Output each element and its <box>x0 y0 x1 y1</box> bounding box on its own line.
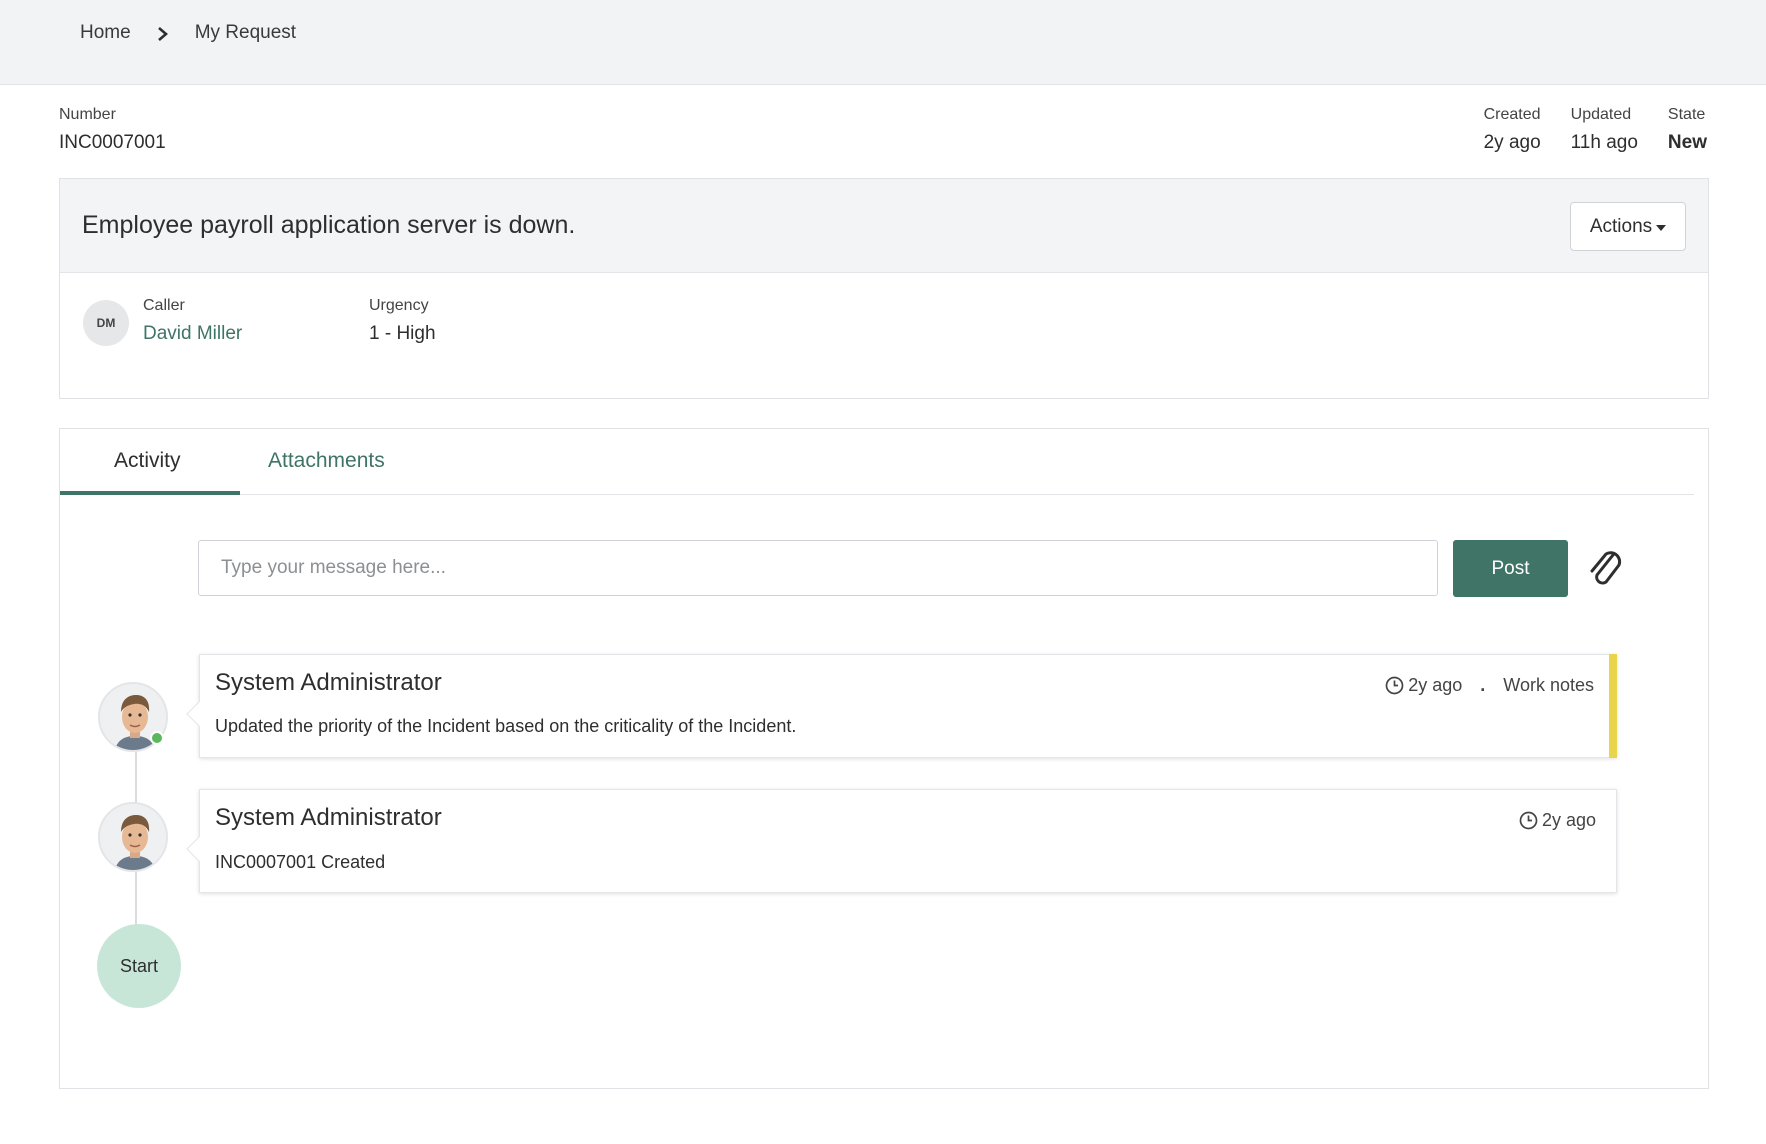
entry-author: System Administrator <box>215 804 442 831</box>
caret-down-icon <box>1656 225 1667 231</box>
entry-type: Work notes <box>1503 675 1594 695</box>
active-tab-indicator <box>60 491 240 495</box>
entry-timestamp: 2y ago . Work notes <box>1385 675 1594 696</box>
actions-dropdown-button[interactable]: Actions <box>1570 202 1686 251</box>
chevron-right-icon <box>157 27 169 41</box>
entry-author: System Administrator <box>215 669 442 696</box>
user-avatar <box>98 802 168 872</box>
ticket-number-block: Number INC0007001 <box>59 106 166 154</box>
caller-field: Caller David Miller <box>143 297 242 345</box>
entry-text: INC0007001 Created <box>215 852 386 872</box>
ticket-number: INC0007001 <box>59 132 166 153</box>
caller-link[interactable]: David Miller <box>143 323 242 345</box>
breadcrumb: Home My Request <box>80 22 296 44</box>
work-notes-accent <box>1609 654 1617 758</box>
caller-label: Caller <box>143 297 185 314</box>
urgency-label: Urgency <box>369 297 429 314</box>
card-body: DM Caller David Miller Urgency 1 - High <box>60 273 1708 399</box>
separator-dot: . <box>1480 675 1486 695</box>
created-block: Created 2y ago <box>1484 106 1541 154</box>
card-header: Employee payroll application server is d… <box>60 179 1708 273</box>
ticket-summary-card: Employee payroll application server is d… <box>59 178 1709 399</box>
ticket-meta: Created 2y ago Updated 11h ago State New <box>1484 106 1707 154</box>
activity-entry: System Administrator 2y ago . Work notes… <box>186 654 1617 758</box>
urgency-value: 1 - High <box>369 323 436 344</box>
message-input[interactable] <box>198 540 1438 596</box>
caller-avatar: DM <box>83 300 129 346</box>
entry-text: Updated the priority of the Incident bas… <box>215 716 797 736</box>
timeline-start-node: Start <box>97 924 181 1008</box>
created-label: Created <box>1483 106 1541 123</box>
entry-timestamp: 2y ago <box>1519 810 1596 831</box>
number-label: Number <box>59 106 116 123</box>
state-value: New <box>1667 132 1707 153</box>
updated-value: 11h ago <box>1570 132 1638 153</box>
breadcrumb-home-link[interactable]: Home <box>80 22 131 44</box>
ticket-title: Employee payroll application server is d… <box>82 211 576 239</box>
state-label: State <box>1667 106 1706 123</box>
created-value: 2y ago <box>1483 132 1541 153</box>
entry-pointer <box>186 701 212 727</box>
post-button[interactable]: Post <box>1453 540 1568 597</box>
updated-label: Updated <box>1570 106 1632 123</box>
activity-entry: System Administrator 2y ago INC0007001 C… <box>186 789 1617 893</box>
clock-icon <box>1519 811 1538 830</box>
clock-icon <box>1385 676 1404 695</box>
tab-bar: Activity Attachments <box>60 429 1694 495</box>
paperclip-icon[interactable] <box>1585 546 1625 590</box>
urgency-field: Urgency 1 - High <box>369 297 436 345</box>
online-status-indicator <box>150 731 164 745</box>
tab-activity[interactable]: Activity <box>114 449 181 473</box>
breadcrumb-current: My Request <box>194 22 297 43</box>
actions-label: Actions <box>1589 215 1653 237</box>
entry-time: 2y ago <box>1541 810 1596 830</box>
entry-pointer <box>186 836 212 862</box>
tab-attachments[interactable]: Attachments <box>268 449 385 473</box>
breadcrumb-bar: Home My Request <box>0 0 1766 85</box>
entry-time: 2y ago <box>1408 675 1463 695</box>
updated-block: Updated 11h ago <box>1571 106 1638 154</box>
activity-panel: Activity Attachments Post <box>59 428 1709 1089</box>
state-block: State New <box>1668 106 1707 154</box>
